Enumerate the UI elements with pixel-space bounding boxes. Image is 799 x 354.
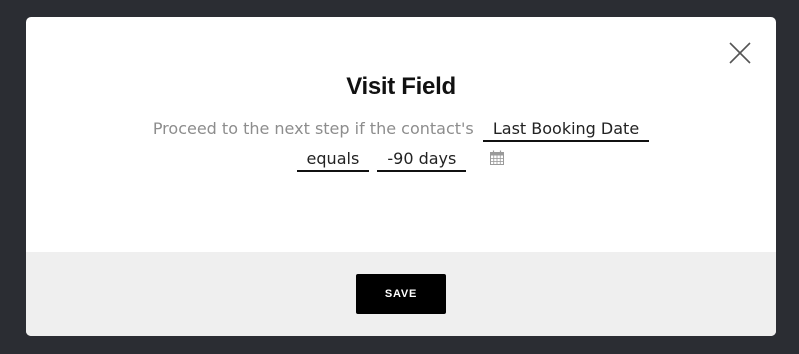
calendar-icon[interactable] — [489, 150, 505, 170]
condition-sentence: Proceed to the next step if the contact'… — [26, 119, 776, 142]
value-input[interactable]: -90 days — [377, 149, 467, 172]
close-icon[interactable] — [728, 41, 752, 65]
condition-prefix: Proceed to the next step if the contact'… — [152, 119, 474, 138]
modal-title: Visit Field — [346, 73, 456, 100]
save-button[interactable]: SAVE — [356, 274, 446, 314]
condition-criteria: equals -90 days — [26, 149, 776, 172]
operator-select[interactable]: equals — [296, 149, 370, 172]
field-select[interactable]: Last Booking Date — [482, 119, 650, 142]
visit-field-modal: Visit Field Proceed to the next step if … — [26, 17, 776, 336]
modal-footer: SAVE — [26, 252, 776, 336]
